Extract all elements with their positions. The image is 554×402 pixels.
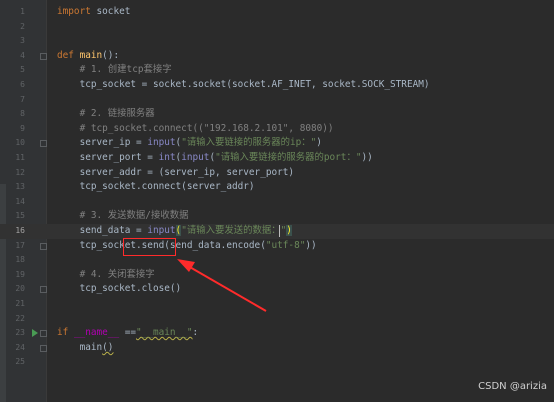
arrow-shaft (187, 265, 267, 312)
code-editor[interactable]: 1 import socket 2 3 4 def main(): 5 # 1. 创建tcp… (0, 0, 554, 402)
annotation-arrow-icon (177, 259, 267, 312)
watermark: CSDN @arizia (478, 381, 547, 392)
arrow-head (177, 259, 195, 272)
